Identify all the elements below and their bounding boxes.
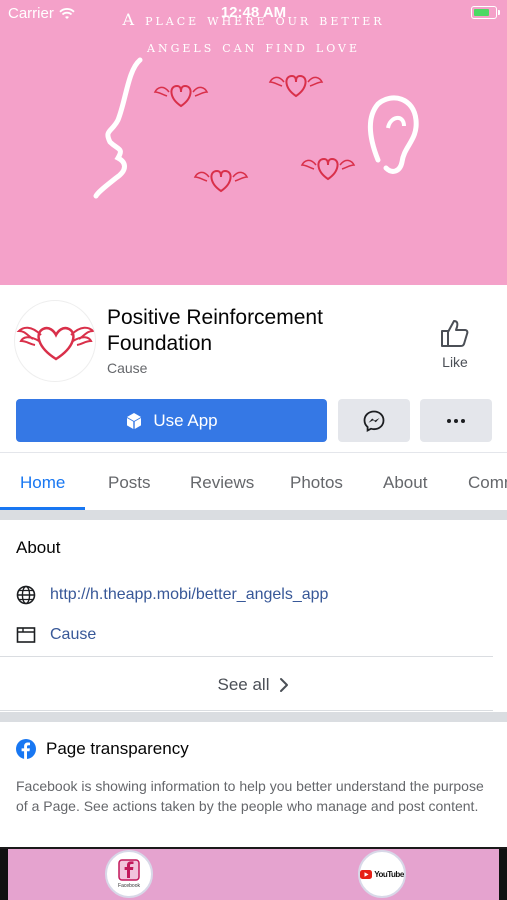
youtube-logo: YouTube [360, 869, 404, 879]
winged-heart-logo-icon [16, 326, 95, 361]
page-title: Positive Reinforcement Foundation [107, 306, 323, 355]
messenger-button[interactable] [338, 399, 410, 442]
status-time: 12:48 AM [220, 4, 287, 21]
about-heading: About [16, 538, 61, 557]
facebook-app-icon [118, 859, 140, 881]
use-app-label: Use App [153, 410, 218, 430]
page-avatar[interactable] [14, 300, 96, 382]
tab-posts[interactable]: Posts [108, 473, 151, 493]
cover-tagline-line2: angels can find love [147, 37, 360, 56]
messenger-icon [363, 410, 385, 432]
status-bar: Carrier 12:48 AM [0, 0, 507, 28]
winged-heart-icon [193, 169, 249, 193]
winged-heart-icon [268, 74, 324, 98]
category-link[interactable]: Cause [50, 626, 96, 644]
tab-about[interactable]: About [383, 473, 427, 493]
category-row[interactable]: Cause [16, 626, 96, 644]
face-profile-shape [93, 57, 143, 199]
see-all-button[interactable]: See all [0, 660, 507, 710]
see-all-label: See all [217, 675, 270, 694]
like-label: Like [442, 354, 468, 370]
website-link[interactable]: http://h.theapp.mobi/better_angels_app [50, 586, 328, 604]
youtube-dock-label: YouTube [374, 869, 404, 879]
page-category: Cause [107, 360, 148, 376]
more-icon [447, 418, 465, 423]
page-transparency-text: Facebook is showing information to help … [16, 778, 484, 814]
screen: A place where our better angels can find… [0, 0, 507, 900]
page-transparency-header: Page transparency [16, 739, 189, 759]
dock-edge-right [499, 849, 507, 900]
youtube-play-icon [360, 869, 373, 879]
page-tabs: Home Posts Reviews Photos About Comm [0, 452, 507, 510]
facebook-dock-label: Facebook [118, 883, 140, 889]
use-app-button[interactable]: Use App [16, 399, 327, 442]
cover-photo[interactable]: A place where our better angels can find… [0, 0, 507, 285]
dock-edge-left [0, 849, 8, 900]
bottom-dock: Facebook YouTube [0, 847, 507, 900]
website-row[interactable]: http://h.theapp.mobi/better_angels_app [16, 585, 328, 605]
cube-icon [127, 412, 142, 429]
page-transparency-title: Page transparency [46, 739, 189, 758]
ear-shape [368, 95, 419, 174]
winged-heart-icon [300, 157, 356, 181]
divider-line [0, 656, 493, 657]
tab-home[interactable]: Home [20, 473, 65, 493]
ear-inner-shape [386, 116, 406, 129]
youtube-dock-button[interactable]: YouTube [358, 850, 406, 898]
like-button[interactable]: Like [430, 318, 480, 370]
divider-line [0, 710, 493, 711]
more-options-button[interactable] [420, 399, 492, 442]
battery-fill [473, 8, 489, 16]
tab-reviews[interactable]: Reviews [190, 473, 254, 493]
category-tag-icon [16, 627, 36, 643]
battery-icon [471, 6, 500, 19]
thumbs-up-icon [441, 320, 469, 347]
chevron-right-icon [280, 678, 289, 692]
section-divider [0, 712, 507, 722]
tab-photos[interactable]: Photos [290, 473, 343, 493]
tab-community[interactable]: Comm [468, 473, 507, 493]
facebook-icon [16, 739, 36, 759]
facebook-dock-button[interactable]: Facebook [105, 850, 153, 898]
globe-icon [16, 585, 36, 605]
winged-heart-icon [153, 84, 209, 108]
section-divider [0, 510, 507, 520]
